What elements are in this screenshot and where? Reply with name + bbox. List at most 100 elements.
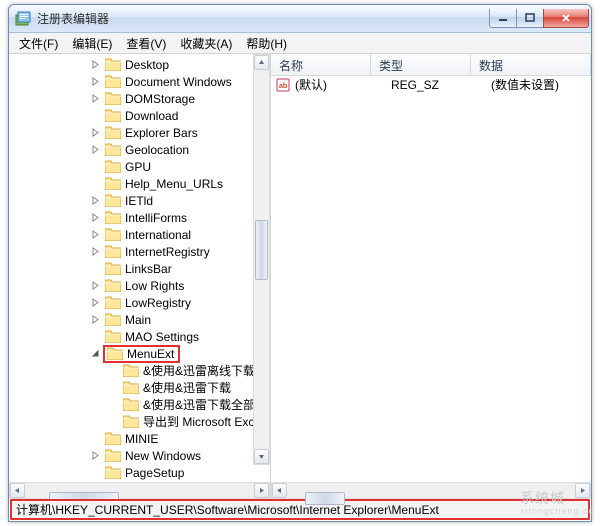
close-button[interactable] [543, 9, 589, 28]
menu-view[interactable]: 查看(V) [120, 33, 172, 54]
scroll-thumb[interactable] [49, 492, 119, 500]
tree-item[interactable]: LinksBar [9, 260, 270, 277]
scroll-down-button[interactable] [254, 449, 269, 464]
tree-item-label: IntelliForms [125, 211, 189, 225]
regedit-window: 注册表编辑器 文件(F) 编辑(E) 查看(V) 收藏夹(A) 帮助(H) De… [8, 4, 592, 522]
list-header: 名称 类型 数据 [271, 54, 591, 76]
scroll-left-button[interactable] [272, 483, 287, 498]
tree-pane: Desktop Document WindowsDOMStorageDownloa… [9, 54, 271, 499]
no-arrow [89, 433, 101, 445]
col-header-data[interactable]: 数据 [471, 54, 591, 75]
tree-item[interactable]: Help_Menu_URLs [9, 175, 270, 192]
scroll-thumb[interactable] [305, 492, 345, 505]
chevron-right-icon[interactable] [89, 229, 101, 241]
tree-item[interactable]: MenuExt [9, 345, 270, 362]
tree-item-label: Main [125, 313, 153, 327]
folder-icon [105, 58, 121, 72]
scroll-right-button[interactable] [575, 483, 590, 498]
list-row[interactable]: ab(默认)REG_SZ(数值未设置) [271, 76, 591, 93]
tree[interactable]: Desktop Document WindowsDOMStorageDownloa… [9, 54, 270, 481]
scroll-right-button[interactable] [254, 483, 269, 498]
tree-item-label: LowRegistry [125, 296, 193, 310]
tree-item[interactable]: MINIE [9, 430, 270, 447]
chevron-right-icon[interactable] [89, 59, 101, 71]
tree-item[interactable]: Download [9, 107, 270, 124]
menu-file[interactable]: 文件(F) [13, 33, 64, 54]
tree-item-label: InternetRegistry [125, 245, 212, 259]
tree-item[interactable]: DOMStorage [9, 90, 270, 107]
chevron-right-icon[interactable] [89, 450, 101, 462]
maximize-button[interactable] [516, 9, 544, 28]
chevron-right-icon[interactable] [89, 314, 101, 326]
no-arrow [107, 399, 119, 411]
tree-item-label: MAO Settings [125, 330, 201, 344]
tree-item[interactable]: Document Windows [9, 73, 270, 90]
list-body[interactable]: ab(默认)REG_SZ(数值未设置) [271, 76, 591, 482]
highlighted-node: MenuExt [103, 345, 180, 363]
chevron-right-icon[interactable] [89, 127, 101, 139]
folder-icon [105, 143, 121, 157]
menu-favorites[interactable]: 收藏夹(A) [174, 33, 238, 54]
cell-name: (默认) [295, 76, 387, 93]
tree-item[interactable]: Explorer Bars [9, 124, 270, 141]
tree-item[interactable]: MAO Settings [9, 328, 270, 345]
folder-icon [105, 313, 121, 327]
chevron-right-icon[interactable] [89, 280, 101, 292]
tree-item[interactable]: Main [9, 311, 270, 328]
chevron-right-icon[interactable] [89, 195, 101, 207]
titlebar[interactable]: 注册表编辑器 [9, 5, 591, 33]
tree-item[interactable]: InternetRegistry [9, 243, 270, 260]
folder-icon [105, 160, 121, 174]
tree-item[interactable]: GPU [9, 158, 270, 175]
menu-edit[interactable]: 编辑(E) [66, 33, 118, 54]
tree-vscrollbar[interactable] [253, 54, 270, 465]
minimize-button[interactable] [489, 9, 517, 28]
tree-item[interactable]: PageSetup [9, 464, 270, 481]
tree-item[interactable]: IETld [9, 192, 270, 209]
scroll-left-button[interactable] [10, 483, 25, 498]
tree-item-label: Help_Menu_URLs [125, 177, 225, 191]
menu-help[interactable]: 帮助(H) [240, 33, 293, 54]
chevron-right-icon[interactable] [89, 144, 101, 156]
tree-item[interactable]: &使用&迅雷下载全部 [9, 396, 270, 413]
folder-icon [105, 92, 121, 106]
tree-hscrollbar[interactable] [9, 482, 270, 499]
tree-item-label: GPU [125, 160, 153, 174]
tree-item[interactable]: LowRegistry [9, 294, 270, 311]
folder-icon [105, 432, 121, 446]
tree-item[interactable]: Desktop [9, 56, 270, 73]
statusbar-path: 计算机\HKEY_CURRENT_USER\Software\Microsoft… [16, 501, 439, 518]
tree-item[interactable]: &使用&迅雷下载 [9, 379, 270, 396]
tree-item[interactable]: &使用&迅雷离线下载 [9, 362, 270, 379]
folder-icon [123, 415, 139, 429]
no-arrow [89, 178, 101, 190]
chevron-right-icon[interactable] [89, 212, 101, 224]
chevron-right-icon[interactable] [89, 297, 101, 309]
tree-item-label: New Windows [125, 449, 203, 463]
tree-item-label: MenuExt [127, 347, 176, 361]
list-hscrollbar[interactable] [271, 482, 591, 499]
scroll-up-button[interactable] [254, 55, 269, 70]
chevron-right-icon[interactable] [89, 246, 101, 258]
col-header-name[interactable]: 名称 [271, 54, 371, 75]
tree-item[interactable]: Low Rights [9, 277, 270, 294]
scroll-thumb[interactable] [255, 220, 268, 280]
tree-item-label: Low Rights [125, 279, 186, 293]
app-icon [15, 11, 31, 27]
scroll-track[interactable] [254, 70, 269, 449]
tree-item[interactable]: International [9, 226, 270, 243]
chevron-right-icon[interactable] [89, 93, 101, 105]
tree-item[interactable]: Geolocation [9, 141, 270, 158]
chevron-right-icon[interactable] [89, 76, 101, 88]
chevron-down-icon[interactable] [89, 348, 101, 360]
tree-item[interactable]: IntelliForms [9, 209, 270, 226]
cell-type: REG_SZ [387, 78, 487, 92]
folder-icon [123, 398, 139, 412]
tree-item-label: &使用&迅雷离线下载 [143, 362, 257, 379]
no-arrow [89, 161, 101, 173]
tree-item[interactable]: 导出到 Microsoft Exc [9, 413, 270, 430]
folder-icon [105, 109, 121, 123]
tree-item[interactable]: New Windows [9, 447, 270, 464]
tree-item-label: Document Windows [125, 75, 234, 89]
col-header-type[interactable]: 类型 [371, 54, 471, 75]
